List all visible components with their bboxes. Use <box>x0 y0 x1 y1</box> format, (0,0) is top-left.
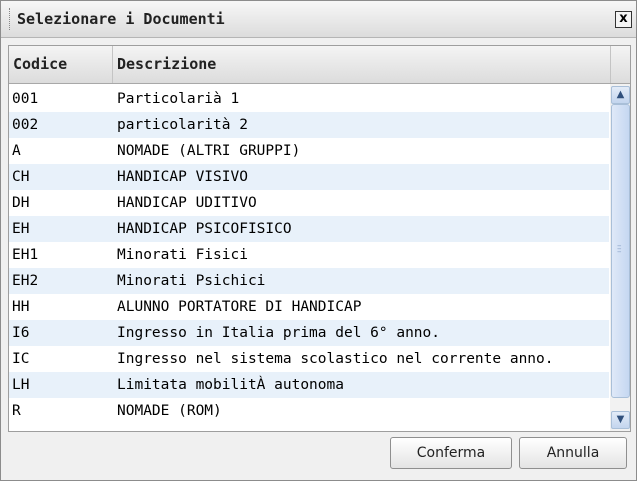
grid-rows: 001 Particolarià 1 002 particolarità 2 A NO… <box>9 86 609 431</box>
row-code: EH2 <box>12 273 39 289</box>
thumb-grip-icon: – – – <box>617 241 622 257</box>
row-description: Limitata mobilitÀ autonoma <box>117 377 344 393</box>
table-row[interactable]: CH HANDICAP VISIVO <box>9 164 609 190</box>
grid-header: Codice Descrizione <box>9 46 630 84</box>
row-code: R <box>12 403 21 419</box>
table-row[interactable]: I6 Ingresso in Italia prima del 6° anno. <box>9 320 609 346</box>
row-code: A <box>12 143 21 159</box>
row-code: EH1 <box>12 247 39 263</box>
row-code: DH <box>12 195 30 211</box>
table-row[interactable]: EH HANDICAP PSICOFISICO <box>9 216 609 242</box>
row-code: I6 <box>12 325 30 341</box>
vertical-scrollbar[interactable]: ▲ – – – ▼ <box>610 84 630 431</box>
row-description: ALUNNO PORTATORE DI HANDICAP <box>117 299 362 315</box>
column-header-code[interactable]: Codice <box>9 46 113 83</box>
row-description: NOMADE (ALTRI GRUPPI) <box>117 143 301 159</box>
row-code: IC <box>12 351 30 367</box>
row-code: HH <box>12 299 30 315</box>
chevron-up-icon[interactable]: ▲ <box>611 86 630 104</box>
row-description: HANDICAP PSICOFISICO <box>117 221 292 237</box>
table-row[interactable]: A NOMADE (ALTRI GRUPPI) <box>9 138 609 164</box>
row-description: HANDICAP UDITIVO <box>117 195 257 211</box>
row-description: Minorati Fisici <box>117 247 248 263</box>
row-description: particolarità 2 <box>117 117 248 133</box>
dialog-title: Selezionare i Documenti <box>17 10 225 28</box>
row-code: EH <box>12 221 30 237</box>
row-description: HANDICAP VISIVO <box>117 169 248 185</box>
table-row[interactable]: EH1 Minorati Fisici <box>9 242 609 268</box>
table-row[interactable]: HH ALUNNO PORTATORE DI HANDICAP <box>9 294 609 320</box>
row-description: Ingresso in Italia prima del 6° anno. <box>117 325 441 341</box>
row-code: LH <box>12 377 30 393</box>
table-row[interactable]: 002 particolarità 2 <box>9 112 609 138</box>
row-code: CH <box>12 169 30 185</box>
column-header-description[interactable]: Descrizione <box>113 46 611 83</box>
cancel-button[interactable]: Annulla <box>519 437 627 469</box>
row-description: NOMADE (ROM) <box>117 403 222 419</box>
confirm-button[interactable]: Conferma <box>390 437 512 469</box>
documents-grid: Codice Descrizione 001 Particolarià 1 002… <box>8 45 631 432</box>
table-row[interactable]: R NOMADE (ROM) <box>9 398 609 424</box>
row-description: Ingresso nel sistema scolastico nel corr… <box>117 351 554 367</box>
table-row[interactable]: EH2 Minorati Psichici <box>9 268 609 294</box>
row-code: 002 <box>12 117 39 133</box>
drag-grip[interactable] <box>9 8 12 30</box>
table-row[interactable]: LH Limitata mobilitÀ autonoma <box>9 372 609 398</box>
close-icon[interactable]: x <box>615 11 632 28</box>
table-row[interactable]: DH HANDICAP UDITIVO <box>9 190 609 216</box>
table-row[interactable]: IC Ingresso nel sistema scolastico nel co… <box>9 346 609 372</box>
scrollbar-thumb[interactable]: – – – <box>611 104 630 398</box>
row-description: Particolarià 1 <box>117 91 240 107</box>
row-description: Minorati Psichici <box>117 273 266 289</box>
chevron-down-icon[interactable]: ▼ <box>611 411 630 429</box>
table-row[interactable]: 001 Particolarià 1 <box>9 86 609 112</box>
row-code: 001 <box>12 91 39 107</box>
dialog-titlebar[interactable]: Selezionare i Documenti x <box>1 1 636 38</box>
select-documents-dialog: Selezionare i Documenti x Codice Descriz… <box>0 0 637 481</box>
